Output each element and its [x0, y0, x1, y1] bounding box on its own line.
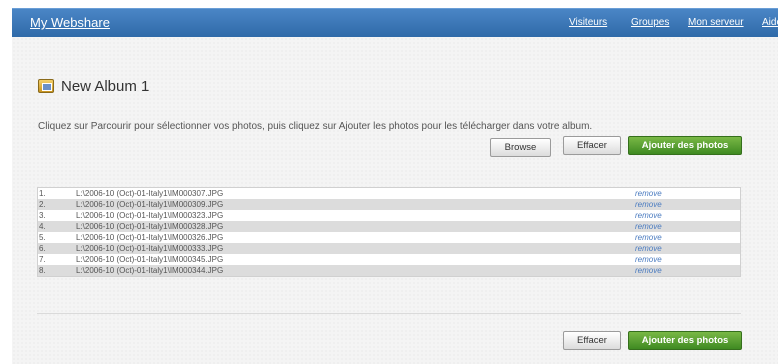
file-path: L:\2006-10 (Oct)-01-Italy1\IM000323.JPG: [76, 211, 224, 220]
file-path: L:\2006-10 (Oct)-01-Italy1\IM000345.JPG: [76, 255, 224, 264]
remove-link[interactable]: remove: [635, 265, 662, 276]
remove-link[interactable]: remove: [635, 188, 662, 199]
file-number: 1.: [39, 189, 46, 198]
file-path: L:\2006-10 (Oct)-01-Italy1\IM000307.JPG: [76, 189, 224, 198]
file-number: 6.: [39, 244, 46, 253]
file-path: L:\2006-10 (Oct)-01-Italy1\IM000344.JPG: [76, 266, 224, 275]
file-path: L:\2006-10 (Oct)-01-Italy1\IM000309.JPG: [76, 200, 224, 209]
nav-groupes[interactable]: Groupes: [631, 17, 669, 28]
file-row: 1. L:\2006-10 (Oct)-01-Italy1\IM000307.JP…: [38, 188, 740, 199]
remove-link[interactable]: remove: [635, 210, 662, 221]
browse-button[interactable]: Browse: [490, 138, 551, 157]
remove-link[interactable]: remove: [635, 221, 662, 232]
nav-aide[interactable]: Aide: [762, 17, 778, 28]
file-row: 7. L:\2006-10 (Oct)-01-Italy1\IM000345.JP…: [38, 254, 740, 265]
file-row: 6. L:\2006-10 (Oct)-01-Italy1\IM000333.JP…: [38, 243, 740, 254]
file-row: 5. L:\2006-10 (Oct)-01-Italy1\IM000326.JP…: [38, 232, 740, 243]
album-title: New Album 1: [61, 78, 150, 95]
file-row: 8. L:\2006-10 (Oct)-01-Italy1\IM000344.JP…: [38, 265, 740, 276]
nav-mon-serveur[interactable]: Mon serveur: [688, 17, 744, 28]
file-list: 1. L:\2006-10 (Oct)-01-Italy1\IM000307.JP…: [37, 187, 741, 277]
nav-visiteurs[interactable]: Visiteurs: [569, 17, 607, 28]
top-bar: My Webshare Visiteurs Groupes Mon serveu…: [12, 8, 778, 37]
remove-link[interactable]: remove: [635, 243, 662, 254]
album-icon: [38, 79, 54, 93]
upload-instructions: Cliquez sur Parcourir pour sélectionner …: [38, 121, 593, 132]
brand-link[interactable]: My Webshare: [30, 15, 110, 30]
remove-link[interactable]: remove: [635, 199, 662, 210]
file-row: 2. L:\2006-10 (Oct)-01-Italy1\IM000309.JP…: [38, 199, 740, 210]
divider: [37, 313, 741, 314]
add-photos-button-bottom[interactable]: Ajouter des photos: [628, 331, 742, 350]
add-photos-button[interactable]: Ajouter des photos: [628, 136, 742, 155]
clear-button-bottom[interactable]: Effacer: [563, 331, 621, 350]
file-path: L:\2006-10 (Oct)-01-Italy1\IM000328.JPG: [76, 222, 224, 231]
file-number: 3.: [39, 211, 46, 220]
file-number: 5.: [39, 233, 46, 242]
file-path: L:\2006-10 (Oct)-01-Italy1\IM000333.JPG: [76, 244, 224, 253]
file-row: 4. L:\2006-10 (Oct)-01-Italy1\IM000328.JP…: [38, 221, 740, 232]
remove-link[interactable]: remove: [635, 254, 662, 265]
clear-button[interactable]: Effacer: [563, 136, 621, 155]
file-number: 7.: [39, 255, 46, 264]
file-number: 8.: [39, 266, 46, 275]
file-path: L:\2006-10 (Oct)-01-Italy1\IM000326.JPG: [76, 233, 224, 242]
remove-link[interactable]: remove: [635, 232, 662, 243]
file-number: 4.: [39, 222, 46, 231]
file-number: 2.: [39, 200, 46, 209]
file-row: 3. L:\2006-10 (Oct)-01-Italy1\IM000323.JP…: [38, 210, 740, 221]
